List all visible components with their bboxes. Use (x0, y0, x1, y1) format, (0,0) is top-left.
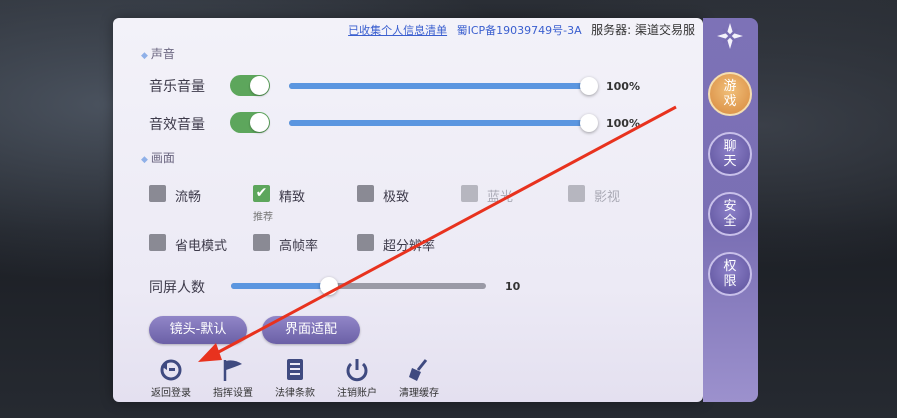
high-fps-checkbox[interactable] (253, 234, 270, 251)
recommend-note: 推荐 (253, 212, 273, 223)
effect-toggle[interactable] (230, 112, 270, 133)
effect-volume-slider[interactable] (289, 120, 589, 126)
camera-default-button[interactable]: 镜头-默认 (149, 316, 247, 344)
sound-section-title: ◆ 声音 (141, 47, 175, 61)
music-volume-handle[interactable] (580, 77, 598, 95)
legal-terms-label[interactable]: 法律条款 (265, 384, 325, 399)
power-icon[interactable] (337, 358, 377, 382)
settings-panel: 已收集个人信息清单 蜀ICP备19039749号-3A 服务器: 渠道交易服 ◆… (113, 18, 703, 402)
ui-adapt-button[interactable]: 界面适配 (262, 316, 360, 344)
effect-volume-handle[interactable] (580, 114, 598, 132)
quality-fine-checkbox[interactable]: ✔ (253, 185, 270, 202)
music-volume-slider[interactable] (289, 83, 589, 89)
super-res-checkbox[interactable] (357, 234, 374, 251)
quality-ultra-checkbox[interactable] (357, 185, 374, 202)
return-login-label[interactable]: 返回登录 (141, 384, 201, 399)
players-count-slider[interactable] (231, 283, 486, 289)
power-save-checkbox[interactable] (149, 234, 166, 251)
tab-permissions[interactable]: 权限 (708, 252, 752, 296)
quality-smooth-label: 流畅 (175, 190, 202, 205)
quality-film-checkbox[interactable] (568, 185, 585, 202)
clear-cache-label[interactable]: 清理缓存 (389, 384, 449, 399)
tab-chat[interactable]: 聊天 (708, 132, 752, 176)
document-icon[interactable] (275, 358, 315, 382)
broom-icon[interactable] (399, 358, 439, 382)
tab-game[interactable]: 游戏 (708, 72, 752, 116)
flag-icon[interactable] (213, 358, 253, 382)
players-count-fill (231, 283, 329, 289)
quality-bluray-checkbox[interactable] (461, 185, 478, 202)
server-name: 服务器: 渠道交易服 (591, 23, 695, 37)
effect-volume-label: 音效音量 (149, 117, 205, 133)
players-count-label: 同屏人数 (149, 280, 205, 296)
graphics-section-title: ◆ 画面 (141, 151, 175, 165)
command-settings-label[interactable]: 指挥设置 (203, 384, 263, 399)
players-count-value: 10 (505, 280, 521, 293)
music-volume-value: 100% (606, 80, 640, 93)
privacy-list-link[interactable]: 已收集个人信息清单 (348, 24, 447, 37)
tab-security[interactable]: 安全 (708, 192, 752, 236)
super-res-label: 超分辨率 (383, 239, 436, 254)
effect-volume-fill (289, 120, 589, 126)
quality-ultra-label: 极致 (383, 190, 410, 205)
effect-volume-value: 100% (606, 117, 640, 130)
icp-number[interactable]: 蜀ICP备19039749号-3A (457, 24, 582, 37)
music-toggle[interactable] (230, 75, 270, 96)
quality-film-label: 影视 (594, 190, 621, 205)
music-volume-fill (289, 83, 589, 89)
high-fps-label: 高帧率 (279, 239, 319, 254)
header-line: 已收集个人信息清单 蜀ICP备19039749号-3A 服务器: 渠道交易服 (348, 21, 695, 38)
music-volume-label: 音乐音量 (149, 79, 205, 95)
power-save-label: 省电模式 (175, 239, 228, 254)
cancel-account-label[interactable]: 注销账户 (327, 384, 387, 399)
quality-bluray-label: 蓝光 (487, 190, 514, 205)
players-count-handle[interactable] (320, 277, 338, 295)
quality-smooth-checkbox[interactable] (149, 185, 166, 202)
return-icon[interactable] (151, 358, 191, 382)
quality-fine-label: 精致 (279, 190, 306, 205)
close-icon[interactable] (716, 22, 744, 50)
